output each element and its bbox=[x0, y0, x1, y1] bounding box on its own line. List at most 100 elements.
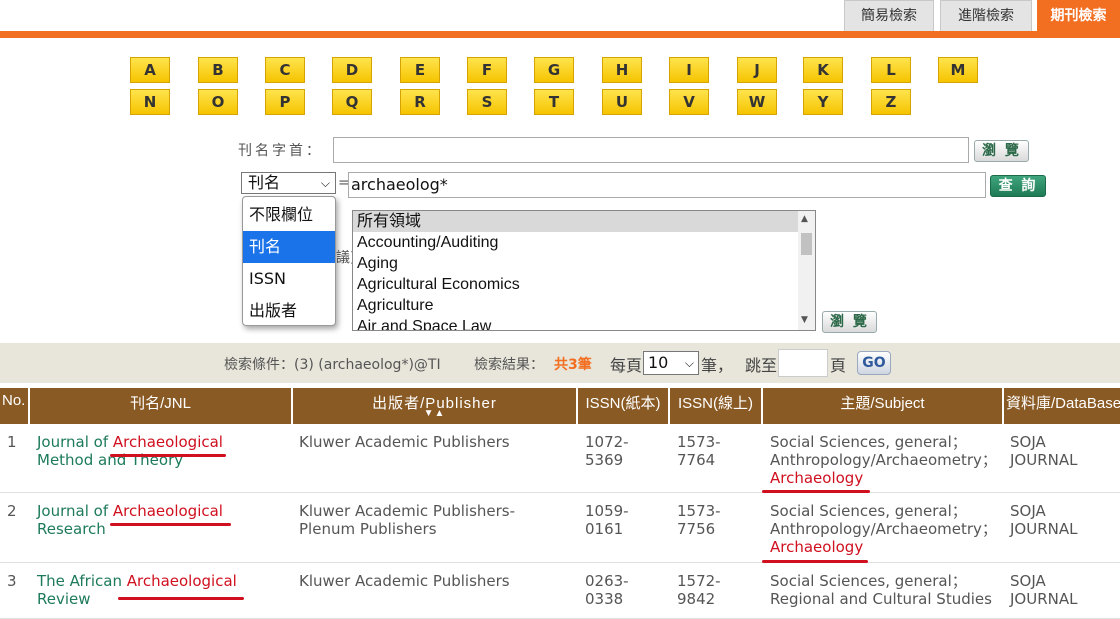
database-line: SOJA bbox=[1010, 433, 1046, 451]
chevron-down-icon: ⌵ bbox=[320, 176, 330, 190]
col-publisher[interactable]: 出版者/Publisher ▼▲ bbox=[293, 388, 576, 424]
letter-button-i[interactable]: I bbox=[669, 57, 709, 83]
scroll-thumb[interactable] bbox=[801, 233, 812, 255]
letter-button-t[interactable]: T bbox=[534, 89, 574, 115]
letter-button-b[interactable]: B bbox=[198, 57, 238, 83]
table-row: 3 The African Archaeological Review Kluwer … bbox=[0, 563, 1120, 619]
tab-simple-search[interactable]: 簡易檢索 bbox=[844, 0, 934, 31]
subject-option[interactable]: Air and Space Law bbox=[353, 316, 815, 330]
journal-title-rest: Review bbox=[37, 590, 91, 608]
letter-button-m[interactable]: M bbox=[938, 57, 978, 83]
letter-button-p[interactable]: P bbox=[265, 89, 305, 115]
jump-label: 跳至 bbox=[745, 356, 778, 375]
status-bar: 檢索條件：(3) (archaeolog*)@TI 檢索結果： 共3筆 每頁 1… bbox=[0, 343, 1120, 383]
subject-browse-button[interactable]: 瀏 覽 bbox=[822, 311, 877, 333]
per-page-select[interactable]: 10 ⌵ bbox=[643, 351, 699, 375]
journal-title-link[interactable]: Journal of Archaeological Research bbox=[37, 502, 223, 538]
highlight-underline bbox=[762, 490, 870, 493]
journal-title-highlight: Archaeological bbox=[112, 433, 223, 451]
letter-button-v[interactable]: V bbox=[669, 89, 709, 115]
issn-line: 7764 bbox=[677, 451, 716, 469]
scroll-up-icon[interactable]: ▲ bbox=[801, 214, 808, 224]
database-line: SOJA bbox=[1010, 502, 1046, 520]
publisher-line: Kluwer Academic Publishers bbox=[299, 433, 510, 451]
letter-button-a[interactable]: A bbox=[130, 57, 170, 83]
subject-line: Regional and Cultural Studies bbox=[770, 590, 992, 608]
subject-highlight: Archaeology bbox=[770, 538, 864, 556]
publisher-line: Kluwer Academic Publishers bbox=[299, 572, 510, 590]
letter-button-o[interactable]: O bbox=[198, 89, 238, 115]
database-line: JOURNAL bbox=[1010, 451, 1078, 469]
query-button[interactable]: 查 詢 bbox=[990, 175, 1046, 197]
highlight-underline bbox=[762, 560, 868, 563]
row-number: 2 bbox=[7, 502, 17, 520]
letter-button-k[interactable]: K bbox=[803, 57, 843, 83]
issn-online-cell: 1573- 7756 bbox=[677, 502, 721, 538]
letter-button-u[interactable]: U bbox=[602, 89, 642, 115]
journal-title-link[interactable]: Journal of Archaeological Method and Theo… bbox=[37, 433, 223, 469]
subject-option[interactable]: Agricultural Economics bbox=[353, 274, 815, 295]
tab-advanced-search[interactable]: 進階檢索 bbox=[940, 0, 1032, 31]
issn-line: 0338 bbox=[585, 590, 624, 608]
letter-button-n[interactable]: N bbox=[130, 89, 170, 115]
subject-option[interactable]: Agriculture bbox=[353, 295, 815, 316]
search-conditions: 檢索條件：(3) (archaeolog*)@TI bbox=[224, 357, 441, 373]
col-issn-online[interactable]: ISSN(線上) bbox=[670, 388, 761, 424]
field-select-value: 刊名 bbox=[248, 173, 281, 192]
subject-option[interactable]: Accounting/Auditing bbox=[353, 232, 815, 253]
results-count: 共3筆 bbox=[554, 357, 592, 373]
subject-listbox[interactable]: 所有領域 Accounting/Auditing Aging Agricultural… bbox=[352, 210, 816, 331]
letter-button-h[interactable]: H bbox=[602, 57, 642, 83]
letter-button-z[interactable]: Z bbox=[871, 89, 911, 115]
scroll-down-icon[interactable]: ▼ bbox=[801, 315, 808, 325]
col-issn-print[interactable]: ISSN(紙本) bbox=[578, 388, 668, 424]
letter-button-d[interactable]: D bbox=[332, 57, 372, 83]
go-button[interactable]: GO bbox=[857, 351, 891, 375]
field-option[interactable]: ISSN bbox=[243, 263, 335, 295]
letter-button-c[interactable]: C bbox=[265, 57, 305, 83]
letter-button-l[interactable]: L bbox=[871, 57, 911, 83]
database-line: JOURNAL bbox=[1010, 590, 1078, 608]
letter-button-w[interactable]: W bbox=[737, 89, 777, 115]
results-label: 檢索結果： bbox=[474, 357, 544, 373]
issn-print-cell: 0263- 0338 bbox=[585, 572, 629, 608]
letter-button-r[interactable]: R bbox=[400, 89, 440, 115]
letter-button-s[interactable]: S bbox=[467, 89, 507, 115]
highlight-underline bbox=[110, 454, 226, 457]
subject-line: Social Sciences, general； bbox=[770, 502, 967, 520]
prefix-input[interactable] bbox=[333, 137, 969, 163]
subject-option[interactable]: 所有領域 bbox=[353, 211, 815, 232]
jump-page-input[interactable] bbox=[778, 349, 828, 377]
letter-button-j[interactable]: J bbox=[737, 57, 777, 83]
field-option[interactable]: 出版者 bbox=[243, 295, 335, 327]
issn-line: 5369 bbox=[585, 451, 624, 469]
issn-line: 1059- bbox=[585, 502, 629, 520]
issn-line: 0263- bbox=[585, 572, 629, 590]
tab-journal-search[interactable]: 期刊檢索 bbox=[1037, 0, 1120, 31]
publisher-cell: Kluwer Academic Publishers- Plenum Publis… bbox=[299, 502, 515, 538]
sort-arrows-icon[interactable]: ▼▲ bbox=[293, 408, 576, 419]
issn-line: 1572- bbox=[677, 572, 721, 590]
letter-button-y[interactable]: Y bbox=[803, 89, 843, 115]
listbox-scrollbar[interactable]: ▲ ▼ bbox=[798, 211, 815, 330]
field-option[interactable]: 不限欄位 bbox=[243, 199, 335, 231]
letter-button-q[interactable]: Q bbox=[332, 89, 372, 115]
letter-button-e[interactable]: E bbox=[400, 57, 440, 83]
col-subject[interactable]: 主題/Subject bbox=[763, 388, 1002, 424]
col-title[interactable]: 刊名/JNL bbox=[30, 388, 291, 424]
subject-option[interactable]: Aging bbox=[353, 253, 815, 274]
query-input[interactable]: archaeolog* bbox=[348, 172, 986, 198]
col-database[interactable]: 資料庫/DataBase bbox=[1004, 388, 1120, 424]
field-option[interactable]: 刊名 bbox=[243, 231, 335, 263]
prefix-browse-button[interactable]: 瀏 覽 bbox=[974, 140, 1029, 162]
letter-button-g[interactable]: G bbox=[534, 57, 574, 83]
field-select[interactable]: 刊名 ⌵ bbox=[241, 172, 336, 194]
page-unit: 頁 bbox=[830, 356, 847, 375]
database-cell: SOJA JOURNAL bbox=[1010, 572, 1077, 608]
issn-print-cell: 1059- 0161 bbox=[585, 502, 629, 538]
journal-title-link[interactable]: The African Archaeological Review bbox=[37, 572, 237, 608]
publisher-line: Plenum Publishers bbox=[299, 520, 437, 538]
subject-cell: Social Sciences, general； Regional and Cu… bbox=[770, 572, 992, 608]
publisher-cell: Kluwer Academic Publishers bbox=[299, 433, 510, 451]
letter-button-f[interactable]: F bbox=[467, 57, 507, 83]
